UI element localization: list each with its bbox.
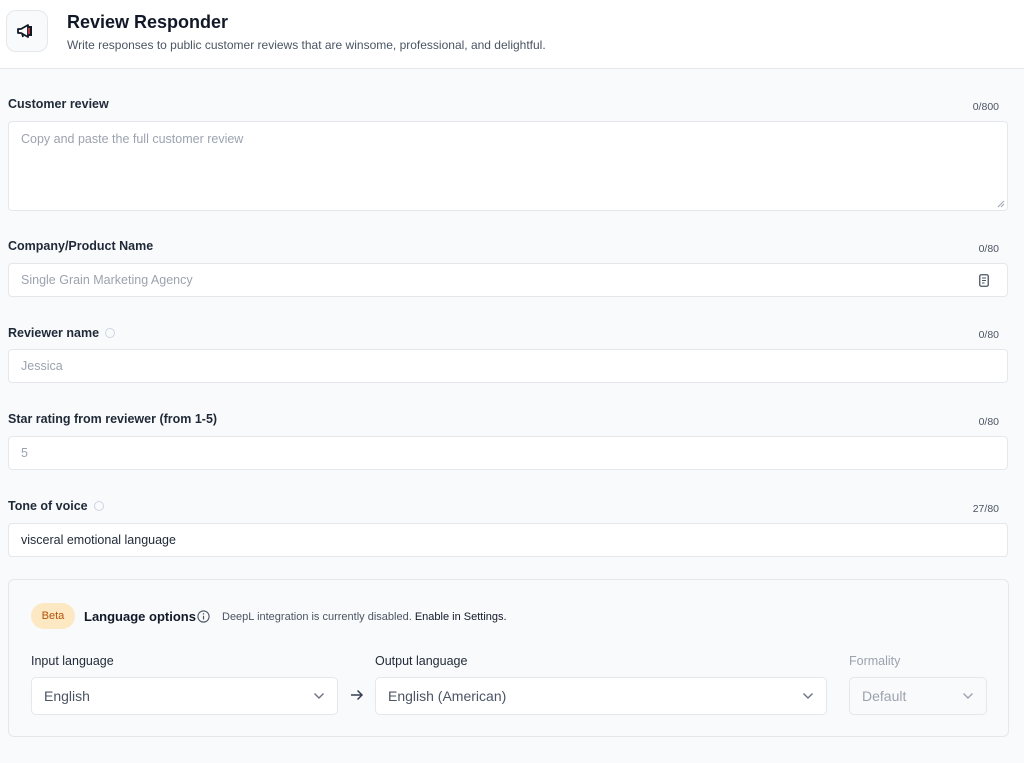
customer-review-counter: 0/800 [972,101,999,113]
tone-of-voice-input[interactable]: visceral emotional language [8,523,1008,557]
formality-select[interactable]: Default [849,677,987,715]
reviewer-name-counter: 0/80 [978,329,999,341]
customer-review-label: Customer review [8,97,109,111]
tone-of-voice-value: visceral emotional language [21,533,176,547]
page-title: Review Responder [67,12,229,32]
formality-value: Default [862,688,907,704]
arrow-right-icon [351,689,364,701]
tone-of-voice-counter: 27/80 [972,503,999,515]
customer-review-textarea[interactable]: Copy and paste the full customer review [8,121,1008,211]
chevron-down-icon [803,693,813,699]
info-icon[interactable] [105,328,116,338]
star-rating-label: Star rating from reviewer (from 1-5) [8,412,218,426]
language-options-panel: Beta Language options DeepL integration … [8,579,1009,737]
company-name-label: Company/Product Name [8,239,154,253]
info-icon[interactable] [197,610,210,623]
enable-settings-link[interactable]: Enable in Settings. [415,611,507,623]
customer-review-placeholder: Copy and paste the full customer review [21,132,244,146]
info-icon[interactable] [93,501,104,511]
company-name-input[interactable]: Single Grain Marketing Agency [8,263,1008,297]
resize-handle-icon[interactable] [997,200,1005,208]
input-language-value: English [44,688,90,704]
star-rating-input[interactable]: 5 [8,436,1008,470]
output-language-value: English (American) [388,688,507,704]
output-language-label: Output language [375,654,468,668]
language-options-title: Language options [84,609,196,624]
chevron-down-icon [963,693,973,699]
beta-badge: Beta [31,603,75,629]
reviewer-name-input[interactable]: Jessica [8,349,1008,383]
chevron-down-icon [314,693,324,699]
deepl-notice-text: DeepL integration is currently disabled. [222,611,412,623]
company-name-counter: 0/80 [978,243,999,255]
star-rating-placeholder: 5 [21,446,28,460]
app-header: Review Responder Write responses to publ… [0,0,1024,69]
input-language-select[interactable]: English [31,677,338,715]
tone-of-voice-label: Tone of voice [8,499,104,513]
reviewer-name-label: Reviewer name [8,326,116,340]
id-card-icon[interactable] [979,274,989,287]
reviewer-name-placeholder: Jessica [21,359,63,373]
deepl-notice: DeepL integration is currently disabled.… [222,611,507,623]
megaphone-icon [6,10,48,52]
star-rating-counter: 0/80 [978,416,999,428]
page-subtitle: Write responses to public customer revie… [67,38,546,52]
tone-of-voice-label-text: Tone of voice [8,499,88,513]
input-language-label: Input language [31,654,114,668]
reviewer-name-label-text: Reviewer name [8,326,100,340]
output-language-select[interactable]: English (American) [375,677,827,715]
company-name-placeholder: Single Grain Marketing Agency [21,273,193,287]
formality-label: Formality [849,654,901,668]
